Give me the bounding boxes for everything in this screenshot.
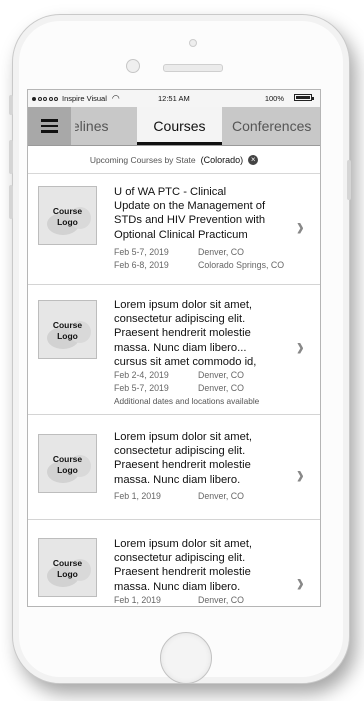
power-button xyxy=(347,160,351,200)
carrier-name: Inspire Visual xyxy=(62,94,107,103)
state-filter: Upcoming Courses by State (Colorado) × xyxy=(28,146,320,174)
session-row: Feb 6-8, 2019 Colorado Springs, CO xyxy=(114,260,285,270)
signal-icon xyxy=(32,96,58,101)
course-logo: Course Logo xyxy=(38,300,97,359)
wifi-icon: ◠ xyxy=(111,93,120,103)
course-list: Course Logo U of WA PTC - Clinical Update … xyxy=(28,174,320,606)
clear-filter-icon[interactable]: × xyxy=(248,154,259,165)
tab-conferences[interactable]: Conferences xyxy=(232,107,320,145)
earpiece-speaker xyxy=(163,64,223,72)
course-title: Lorem ipsum dolor sit amet, consectetur a… xyxy=(114,431,253,486)
status-time: 12:51 AM xyxy=(158,94,190,103)
chevron-right-icon[interactable]: › xyxy=(297,567,304,598)
session-row: Feb 5-7, 2019 Denver, CO xyxy=(114,247,244,257)
hamburger-menu-icon[interactable] xyxy=(28,107,71,145)
course-title: U of WA PTC - Clinical Update on the Mana… xyxy=(114,186,266,241)
tab-bar: idelines Courses Conferences xyxy=(28,107,320,146)
course-title: Lorem ipsum dolor sit amet, consectetur a… xyxy=(114,299,257,368)
chevron-right-icon[interactable]: › xyxy=(297,211,304,242)
filter-state: (Colorado) xyxy=(200,154,244,165)
volume-down-button xyxy=(9,185,13,219)
front-camera xyxy=(126,59,140,73)
list-item[interactable]: Course Logo Lorem ipsum dolor sit amet, co… xyxy=(28,520,320,606)
additional-dates-note: Additional dates and locations available xyxy=(114,396,260,406)
list-item[interactable]: Course Logo U of WA PTC - Clinical Update … xyxy=(28,174,320,285)
tab-guidelines[interactable]: idelines xyxy=(75,107,123,145)
battery-icon xyxy=(294,94,314,101)
session-row: Feb 5-7, 2019 Denver, CO xyxy=(114,383,244,393)
session-row: Feb 1, 2019 Denver, CO xyxy=(114,595,244,605)
filter-label: Upcoming Courses by State xyxy=(89,154,196,165)
status-bar: Inspire Visual ◠ 12:51 AM 100% xyxy=(28,90,320,107)
course-logo: Course Logo xyxy=(38,538,97,597)
sensor xyxy=(189,39,197,47)
volume-up-button xyxy=(9,140,13,174)
session-row: Feb 2-4, 2019 Denver, CO xyxy=(114,370,244,380)
chevron-right-icon[interactable]: › xyxy=(297,459,304,490)
mute-switch xyxy=(9,95,13,115)
course-logo: Course Logo xyxy=(38,434,97,493)
session-row: Feb 1, 2019 Denver, CO xyxy=(114,491,244,501)
course-logo: Course Logo xyxy=(38,186,97,245)
course-title: Lorem ipsum dolor sit amet, consectetur a… xyxy=(114,538,253,593)
chevron-right-icon[interactable]: › xyxy=(297,331,304,362)
tab-courses[interactable]: Courses xyxy=(137,107,222,145)
home-button[interactable] xyxy=(160,632,212,684)
app-screen: Inspire Visual ◠ 12:51 AM 100% idelines … xyxy=(27,89,321,607)
list-item[interactable]: Course Logo Lorem ipsum dolor sit amet, co… xyxy=(28,415,320,520)
list-item[interactable]: Course Logo Lorem ipsum dolor sit amet, co… xyxy=(28,285,320,415)
battery-percent: 100% xyxy=(264,94,284,103)
